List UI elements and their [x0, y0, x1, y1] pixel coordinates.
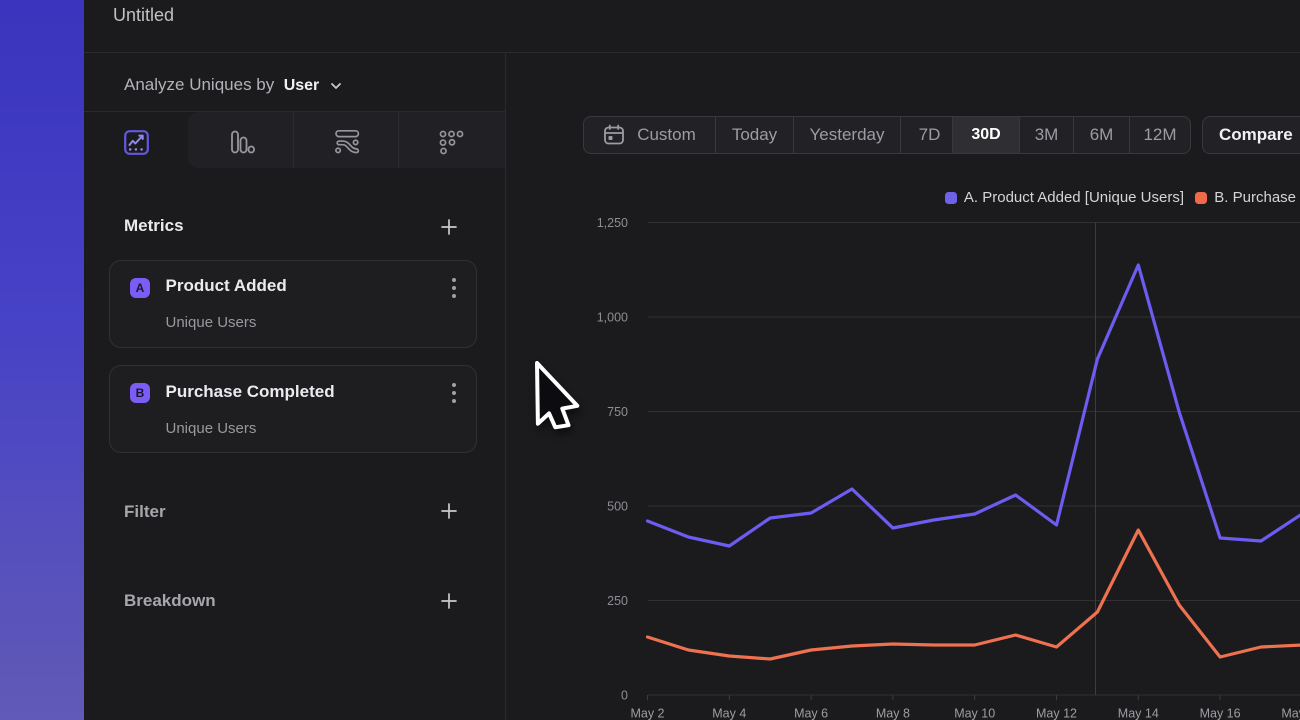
svg-text:250: 250 — [607, 594, 628, 608]
svg-text:May 2: May 2 — [630, 707, 664, 720]
svg-text:May 6: May 6 — [794, 707, 828, 720]
svg-text:750: 750 — [607, 405, 628, 419]
svg-text:May 14: May 14 — [1118, 707, 1159, 720]
svg-text:May 12: May 12 — [1036, 707, 1077, 720]
svg-text:May 16: May 16 — [1200, 707, 1241, 720]
svg-text:May 18: May 18 — [1281, 707, 1300, 720]
svg-text:1,000: 1,000 — [597, 311, 628, 325]
svg-text:May 10: May 10 — [954, 707, 995, 720]
svg-text:May 4: May 4 — [712, 707, 746, 720]
svg-text:May 8: May 8 — [876, 707, 910, 720]
svg-text:500: 500 — [607, 500, 628, 514]
svg-text:0: 0 — [621, 689, 628, 703]
svg-text:1,250: 1,250 — [597, 216, 628, 230]
